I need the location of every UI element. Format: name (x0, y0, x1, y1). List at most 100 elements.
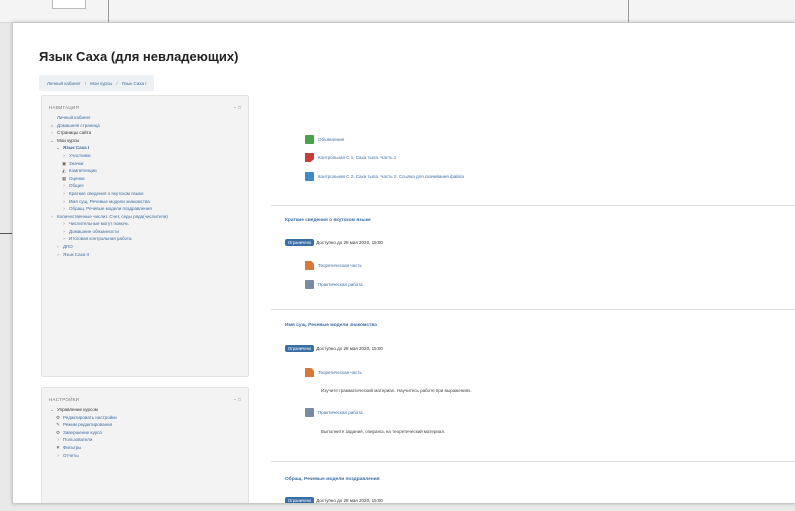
activity-label: Объявления (318, 137, 345, 142)
tree-item-icon: › (51, 213, 53, 219)
tree-item-label: Управление курсом (57, 407, 98, 412)
assignment-icon (305, 408, 314, 417)
tree-item-label: Мои курсы (57, 137, 80, 143)
tree-item[interactable]: › ДПО (49, 243, 241, 251)
tree-item[interactable]: › Общее (49, 182, 241, 190)
tree-item[interactable]: ⌄ Язык Саха I (49, 144, 241, 152)
tree-item-label: Компетенции (69, 168, 97, 174)
tree-item[interactable]: ▣ Значки (49, 160, 241, 168)
breadcrumb-item-course[interactable]: Язык Саха I (122, 81, 147, 86)
tree-item[interactable]: ⌄ Мои курсы (49, 137, 241, 145)
restriction-badge: Ограничено (285, 239, 315, 246)
activity-label: Практическая работа (318, 282, 363, 287)
activity-link[interactable]: Контрольная С 2. Саха тыла. Часть 2. Ссы… (305, 172, 464, 181)
restriction-badge: Ограничено (285, 497, 315, 503)
course-general-section: Объявления Контрольная С 1. Саха тыла. Ч… (271, 95, 795, 203)
navigation-tree: Личный кабинет ⌂ Домашняя страница › Страниц… (42, 114, 248, 258)
activity-description: Изучите грамматический материал. Научите… (321, 388, 472, 393)
tree-item[interactable]: › Участники (49, 152, 241, 160)
tree-item-label: Обращ. Речевые модели поздравления (69, 206, 152, 212)
section-restriction: Ограничено Доступно до 28 мая 2020, 15:0… (285, 497, 383, 503)
course-page: Язык Саха (для невладеющих) Личный кабин… (12, 22, 795, 504)
tree-item[interactable]: › Итоговая контрольная работа (49, 235, 241, 243)
tree-item-icon: › (57, 251, 59, 257)
tree-item-icon: › (63, 236, 65, 242)
tree-item[interactable]: › Обращ. Речевые модели поздравления (49, 205, 241, 213)
tree-item-icon: › (63, 183, 65, 189)
tree-item[interactable]: › Пользователи (49, 436, 241, 444)
section-title[interactable]: Обращ. Речевые модели поздравления (285, 477, 380, 482)
tree-item[interactable]: ⚙ Завершение курса (49, 429, 241, 437)
activity-link[interactable]: Теоретическая часть (305, 368, 362, 377)
section-divider (271, 205, 795, 206)
activity-link[interactable]: Объявления (305, 135, 344, 144)
tree-item-label: Страницы сайта (57, 130, 92, 136)
tree-item-label: Завершение курса (63, 429, 102, 435)
breadcrumb: Личный кабинет / Мои курсы / Язык Саха I (39, 75, 155, 91)
tree-item-label: Пользователи (63, 437, 93, 443)
tree-item-icon: ⌄ (56, 145, 60, 151)
section-divider (271, 309, 795, 310)
tree-item[interactable]: ✎ Режим редактирования (49, 421, 241, 429)
section-divider (271, 461, 795, 462)
tree-item-label: ДПО (63, 243, 73, 249)
tree-item-icon: › (63, 198, 65, 204)
background-divider (628, 0, 629, 22)
tree-item-label: Язык Саха I (63, 145, 90, 151)
navigation-block: НАВИГАЦИЯ − □ Личный кабинет ⌂ Домашняя ст… (41, 95, 249, 377)
tree-item-label: Личный кабинет (57, 115, 91, 120)
tree-item[interactable]: ▼ Фильтры (49, 444, 241, 452)
tree-item-icon: › (57, 243, 59, 249)
background-divider (0, 233, 12, 234)
restriction-badge: Ограничено (285, 345, 315, 352)
forum-icon (305, 135, 314, 144)
activity-link[interactable]: Контрольная С 1. Саха тыла. Часть 1 (305, 153, 396, 162)
tree-item[interactable]: › Краткие сведения о якутском языке (49, 190, 241, 198)
tree-item-label: Значки (69, 160, 84, 166)
settings-block: НАСТРОЙКИ − □ ⌄ Управление курсом ⚙ Редакти… (41, 387, 249, 503)
tree-item[interactable]: › Имя сущ. Речевые модели знакомства (49, 198, 241, 206)
tree-item-icon: ⚙ (55, 414, 61, 420)
tree-item-label: Режим редактирования (63, 422, 113, 428)
block-controls[interactable]: − □ (234, 105, 242, 110)
restriction-text: Доступно до 28 мая 2020, 15:00 (316, 240, 383, 245)
breadcrumb-item-dashboard[interactable]: Личный кабинет (47, 81, 81, 86)
activity-link[interactable]: Практическая работа (305, 408, 363, 417)
section-title[interactable]: Имя сущ. Речевые модели знакомства (285, 323, 377, 328)
activity-link[interactable]: Практическая работа (305, 280, 363, 289)
block-controls[interactable]: − □ (234, 397, 242, 402)
tree-item[interactable]: ⌂ Домашняя страница (49, 122, 241, 130)
tree-item-label: Домашние обязанности (69, 228, 119, 234)
tree-item-label: Общее (69, 183, 84, 189)
tree-item-icon: › (57, 452, 59, 458)
restriction-text: Доступно до 28 мая 2020, 15:00 (316, 498, 383, 503)
tree-item[interactable]: › Язык Саха II (49, 251, 241, 259)
tree-item[interactable]: › Количественные числит. Счет, седы ряда(… (49, 213, 241, 220)
tree-item[interactable]: › Отчеты (49, 452, 241, 460)
tree-item-icon: ⌄ (50, 407, 54, 412)
breadcrumb-item-my-courses[interactable]: Мои курсы (90, 81, 112, 86)
tree-item[interactable]: › Страницы сайта (49, 129, 241, 137)
tree-item-icon: › (63, 221, 65, 227)
navigation-block-heading: НАВИГАЦИЯ (49, 105, 80, 110)
section-restriction: Ограничено Доступно до 28 мая 2020, 15:0… (285, 239, 383, 246)
tree-item-label: Краткие сведения о якутском языке (69, 190, 144, 196)
assignment-icon (305, 172, 314, 181)
tree-item[interactable]: Личный кабинет (49, 114, 241, 122)
tree-item-icon: › (63, 228, 65, 234)
tree-item-label: Имя сущ. Речевые модели знакомства (69, 198, 150, 204)
activity-link[interactable]: Теоретическая часть (305, 261, 362, 270)
section-title[interactable]: Краткие сведения о якутском языке (285, 218, 371, 223)
tree-item-icon: ◭ (62, 168, 66, 174)
restriction-text: Доступно до 28 мая 2020, 15:00 (316, 346, 383, 351)
tree-item[interactable]: ▦ Оценки (49, 175, 241, 183)
activity-label: Теоретическая часть (318, 263, 362, 268)
tree-item[interactable]: ⌄ Управление курсом (49, 406, 241, 414)
background-window-header (0, 0, 795, 23)
tree-item[interactable]: › Домашние обязанности (49, 228, 241, 236)
tree-item-icon: › (63, 152, 65, 158)
tree-item[interactable]: ⚙ Редактировать настройки (49, 414, 241, 422)
tree-item[interactable]: › Числительные могут помочь (49, 220, 241, 228)
tree-item[interactable]: ◭ Компетенции (49, 167, 241, 175)
activity-description: Выполните задания, опираясь на теоретиче… (321, 429, 446, 434)
